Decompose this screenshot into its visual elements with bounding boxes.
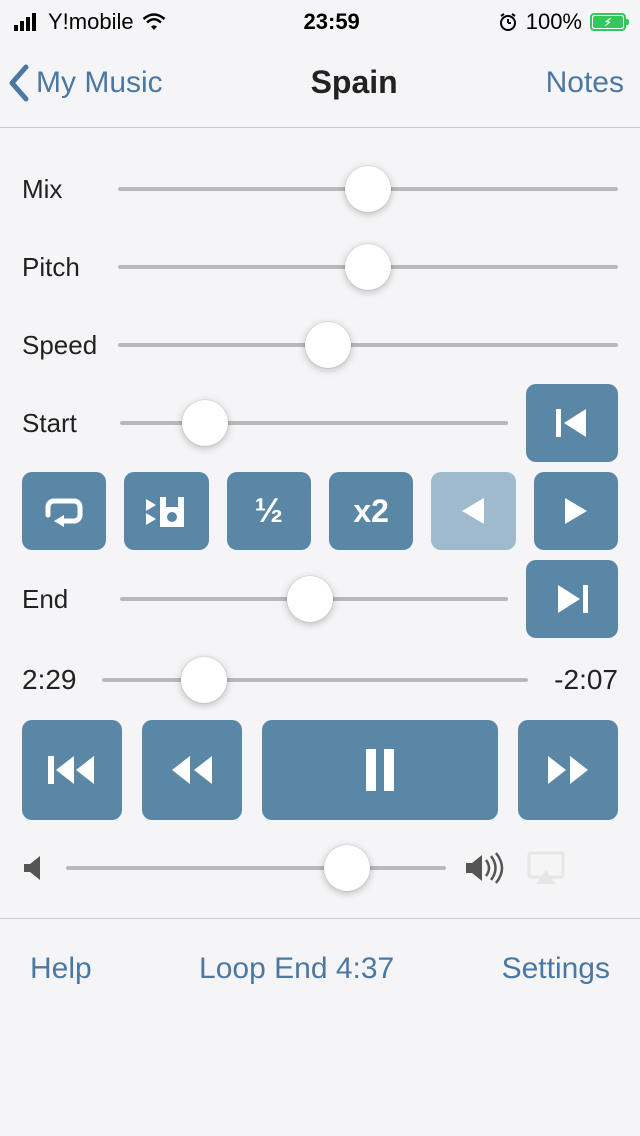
notes-button[interactable]: Notes	[546, 66, 624, 100]
clock: 23:59	[304, 9, 360, 35]
alarm-icon	[498, 12, 518, 32]
battery-icon: ⚡︎	[590, 13, 626, 31]
end-label: End	[22, 584, 102, 615]
carrier-label: Y!mobile	[48, 9, 134, 35]
signal-icon	[14, 13, 40, 31]
playhead-slider[interactable]	[102, 660, 528, 700]
footer-bar: Help Loop End 4:37 Settings	[0, 918, 640, 1018]
back-label: My Music	[36, 66, 163, 100]
pitch-slider[interactable]	[118, 247, 618, 287]
next-loop-button[interactable]	[534, 472, 618, 550]
prev-loop-button[interactable]	[431, 472, 515, 550]
pitch-label: Pitch	[22, 252, 102, 283]
half-speed-button[interactable]: ½	[227, 472, 311, 550]
mix-slider[interactable]	[118, 169, 618, 209]
nav-bar: My Music Spain Notes	[0, 44, 640, 128]
main-content: Mix Pitch Speed Start	[0, 128, 640, 918]
pause-button[interactable]	[262, 720, 498, 820]
back-button[interactable]: My Music	[6, 63, 163, 103]
loop-status: Loop End 4:37	[199, 952, 394, 986]
airplay-button[interactable]	[526, 850, 566, 886]
save-loop-button[interactable]	[124, 472, 208, 550]
battery-pct: 100%	[526, 9, 582, 35]
double-speed-button[interactable]: x2	[329, 472, 413, 550]
page-title: Spain	[311, 64, 398, 101]
skip-back-button[interactable]	[22, 720, 122, 820]
chevron-left-icon	[6, 63, 34, 103]
speed-label: Speed	[22, 330, 102, 361]
loop-button[interactable]	[22, 472, 106, 550]
volume-high-icon	[464, 852, 508, 884]
start-slider[interactable]	[120, 403, 508, 443]
fast-forward-button[interactable]	[518, 720, 618, 820]
go-start-button[interactable]	[526, 384, 618, 462]
rewind-button[interactable]	[142, 720, 242, 820]
start-label: Start	[22, 408, 102, 439]
wifi-icon	[142, 13, 166, 31]
end-slider[interactable]	[120, 579, 508, 619]
speed-slider[interactable]	[118, 325, 618, 365]
mix-label: Mix	[22, 174, 102, 205]
status-bar: Y!mobile 23:59 100% ⚡︎	[0, 0, 640, 44]
elapsed-time: 2:29	[22, 664, 88, 696]
settings-button[interactable]: Settings	[502, 952, 610, 986]
go-end-button[interactable]	[526, 560, 618, 638]
help-button[interactable]: Help	[30, 952, 92, 986]
volume-slider[interactable]	[66, 848, 446, 888]
volume-low-icon	[22, 854, 48, 882]
remaining-time: -2:07	[542, 664, 618, 696]
